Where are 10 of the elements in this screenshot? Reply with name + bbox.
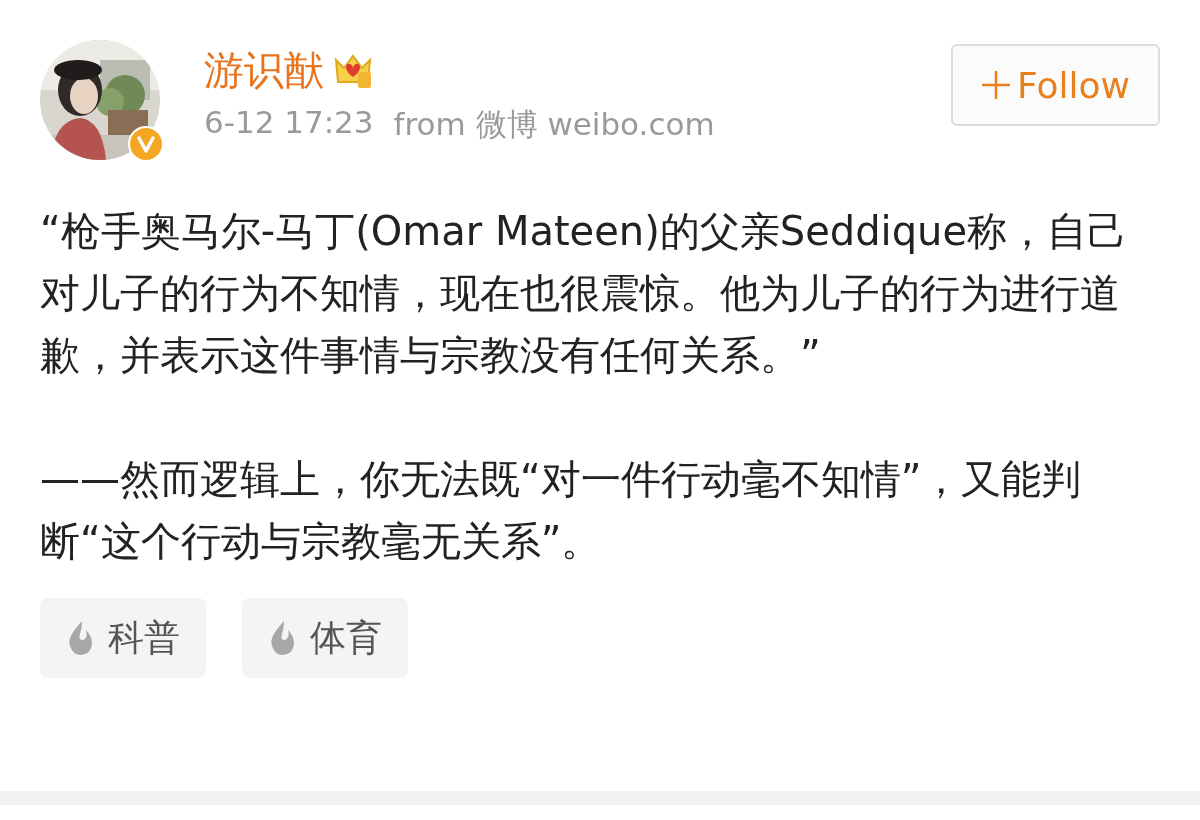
flame-icon: [66, 620, 94, 656]
post-text: “枪手奥马尔-马丁(Omar Mateen)的父亲Seddique称，自己对儿子的行为不知情，现在也很震惊。他为儿子的行为进行道歉，并表示这件事情与宗教没有任何关系。”: [40, 207, 1128, 380]
topic-tag[interactable]: 体育: [242, 598, 408, 678]
post-text: ——然而逻辑上，你无法既“对一件行动毫不知情”，又能判断“这个行动与宗教毫无关系”。: [40, 455, 1083, 566]
verified-badge-icon: [128, 126, 164, 162]
topic-tag[interactable]: 科普: [40, 598, 206, 678]
post-source: from 微博 weibo.com: [393, 105, 715, 144]
post-time: 6-12 17:23: [204, 104, 374, 142]
plus-icon: [981, 70, 1012, 100]
flame-icon: [268, 620, 296, 656]
